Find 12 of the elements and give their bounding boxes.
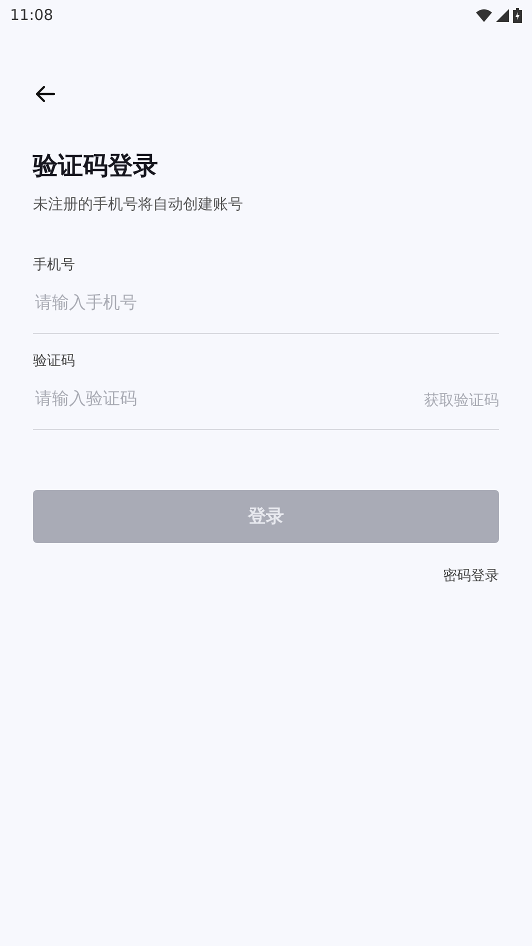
field-label: 验证码 <box>33 352 75 370</box>
signal-icon <box>496 8 509 22</box>
subtitle: 未注册的手机号将自动创建账号 <box>33 194 243 215</box>
page-title: 验证码登录 <box>33 150 158 182</box>
wifi-icon <box>476 8 492 22</box>
input-field[interactable]: 请输入验证码 <box>33 387 424 413</box>
password-login-link[interactable]: 密码登录 <box>443 566 499 586</box>
field-label: 手机号 <box>33 256 75 274</box>
get-code-button[interactable]: 获取验证码 <box>424 388 499 412</box>
battery-icon <box>513 8 522 22</box>
input-field[interactable]: 请输入手机号 <box>33 291 499 317</box>
status-time: 11:08 <box>10 4 54 26</box>
